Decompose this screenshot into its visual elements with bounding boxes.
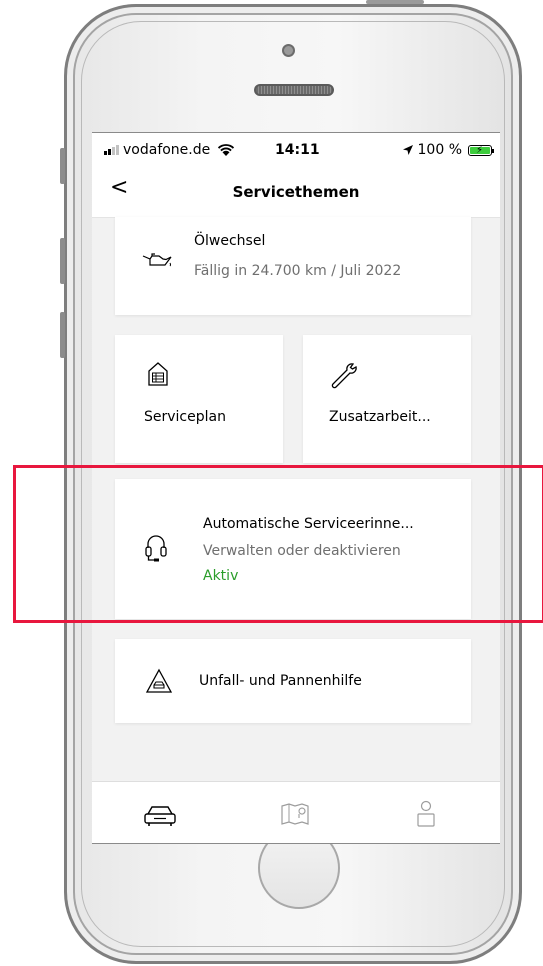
battery-percent: 100 % (417, 142, 462, 158)
service-plan-icon (148, 362, 168, 386)
page-title: Servicethemen (232, 183, 360, 201)
service-plan-card[interactable]: Serviceplan (115, 335, 283, 463)
oil-can-icon (142, 253, 172, 267)
navigation-bar: < Servicethemen (92, 167, 500, 218)
stage: vodafone.de 14:11 100 % ⚡ < Servicetheme… (0, 0, 543, 966)
warning-triangle-car-icon (145, 668, 173, 693)
front-camera (282, 44, 295, 57)
oil-change-subtitle: Fällig in 24.700 km / Juli 2022 (194, 263, 402, 279)
highlight-box (13, 465, 543, 623)
wifi-icon (218, 144, 235, 156)
additional-work-title: Zusatzarbeit... (329, 409, 431, 425)
battery-icon: ⚡ (468, 144, 494, 156)
clock: 14:11 (275, 142, 320, 158)
car-icon[interactable] (143, 803, 177, 827)
tab-bar (92, 781, 500, 843)
oil-change-title: Ölwechsel (194, 233, 266, 249)
profile-icon[interactable] (416, 800, 436, 828)
mute-switch (60, 148, 65, 184)
signal-icon (104, 145, 119, 155)
carrier-name: vodafone.de (123, 142, 211, 158)
earpiece-speaker (254, 84, 334, 96)
oil-change-card[interactable]: Ölwechsel Fällig in 24.700 km / Juli 202… (115, 217, 471, 315)
power-button (366, 0, 424, 4)
carrier-group: vodafone.de (104, 142, 235, 158)
volume-up-button (60, 238, 65, 284)
location-arrow-icon (402, 145, 413, 155)
map-icon[interactable] (280, 802, 310, 826)
wrench-icon (331, 363, 357, 389)
status-bar: vodafone.de 14:11 100 % ⚡ (92, 133, 500, 167)
volume-down-button (60, 312, 65, 358)
accident-help-title: Unfall- und Pannenhilfe (199, 673, 362, 689)
right-status-group: 100 % ⚡ (402, 142, 494, 158)
service-plan-title: Serviceplan (144, 409, 226, 425)
accident-help-card[interactable]: Unfall- und Pannenhilfe (115, 639, 471, 723)
additional-work-card[interactable]: Zusatzarbeit... (303, 335, 471, 463)
